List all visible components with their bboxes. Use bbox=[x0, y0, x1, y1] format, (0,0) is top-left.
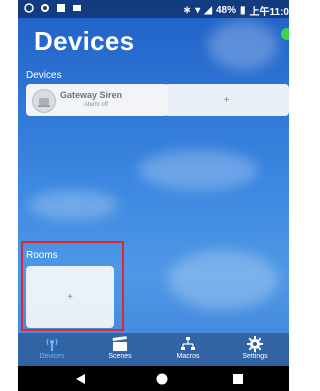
battery-icon: ▮ bbox=[240, 5, 246, 16]
tab-devices[interactable]: Devices bbox=[18, 333, 86, 366]
cloud-decoration bbox=[28, 190, 118, 220]
online-status-dot bbox=[281, 28, 289, 40]
tab-label: Macros bbox=[176, 353, 200, 360]
back-icon[interactable] bbox=[75, 373, 87, 385]
scenes-icon bbox=[112, 336, 127, 351]
message-icon bbox=[73, 5, 81, 11]
add-device-button[interactable]: + bbox=[164, 84, 289, 116]
phone-screen: ∗ ▾ ◢ 48% ▮ 上午11:0 Devices Devices Gatew… bbox=[18, 0, 289, 391]
devices-section-label: Devices bbox=[26, 70, 62, 81]
tab-macros[interactable]: Macros bbox=[154, 333, 222, 366]
record-icon bbox=[41, 4, 49, 12]
image-icon bbox=[57, 4, 65, 12]
gear-icon bbox=[247, 336, 263, 352]
recent-apps-icon[interactable] bbox=[232, 373, 244, 385]
bluetooth-icon: ∗ bbox=[182, 5, 192, 16]
page-title: Devices bbox=[34, 26, 135, 56]
cloud-decoration bbox=[168, 250, 278, 310]
cloud-decoration bbox=[208, 20, 278, 70]
highlight-annotation bbox=[21, 241, 124, 331]
battery-percent: 48% bbox=[216, 5, 237, 16]
macros-icon bbox=[181, 337, 195, 350]
device-card-gateway-siren[interactable]: Gateway Siren Alarm off bbox=[26, 84, 168, 116]
bottom-tab-bar: Devices Scenes Macros Settings bbox=[18, 333, 289, 366]
wifi-notification-icon bbox=[24, 3, 34, 13]
android-nav-bar bbox=[18, 366, 289, 391]
status-bar: ∗ ▾ ◢ 48% ▮ 上午11:0 bbox=[18, 0, 289, 18]
home-icon[interactable] bbox=[156, 373, 168, 385]
cloud-decoration bbox=[138, 150, 258, 190]
tab-label: Scenes bbox=[108, 353, 132, 360]
device-name: Gateway Siren bbox=[60, 90, 123, 100]
clock: 上午11:0 bbox=[249, 7, 289, 18]
tab-scenes[interactable]: Scenes bbox=[86, 333, 154, 366]
tab-label: Settings bbox=[242, 353, 268, 360]
wifi-icon: ▾ bbox=[195, 5, 201, 16]
siren-icon bbox=[32, 89, 56, 113]
tab-settings[interactable]: Settings bbox=[221, 333, 289, 366]
tab-label: Devices bbox=[39, 353, 65, 360]
signal-icon: ◢ bbox=[204, 5, 212, 16]
device-status: Alarm off bbox=[84, 102, 108, 108]
devices-icon bbox=[46, 338, 58, 351]
